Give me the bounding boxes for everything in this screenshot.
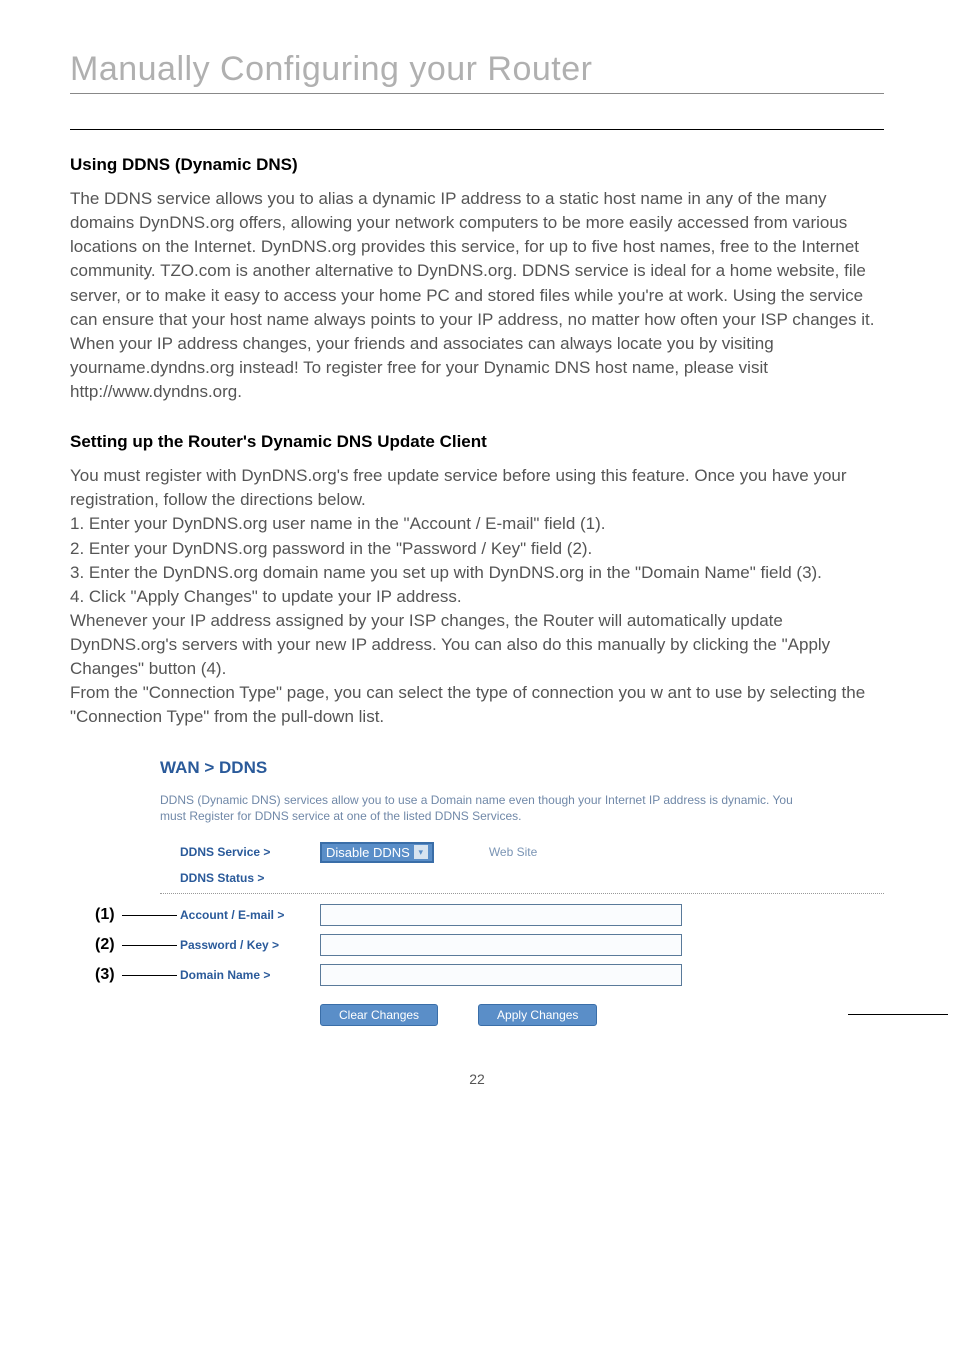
section1-heading: Using DDNS (Dynamic DNS)	[70, 155, 884, 175]
section2-body: You must register with DynDNS.org's free…	[70, 464, 884, 729]
ddns-panel: WAN > DDNS DDNS (Dynamic DNS) services a…	[160, 758, 884, 1026]
callout-2-line	[122, 945, 177, 946]
dotted-divider	[160, 893, 884, 894]
clear-changes-button[interactable]: Clear Changes	[320, 1004, 438, 1026]
ddns-panel-desc: DDNS (Dynamic DNS) services allow you to…	[160, 792, 800, 824]
button-row: Clear Changes Apply Changes (4)	[320, 1004, 884, 1026]
section1-body: The DDNS service allows you to alias a d…	[70, 187, 884, 404]
ddns-service-label: DDNS Service >	[160, 845, 320, 859]
page-number: 22	[70, 1071, 884, 1087]
title-underline	[70, 93, 884, 94]
domain-row: (3) Domain Name >	[160, 964, 884, 986]
domain-label: Domain Name >	[160, 968, 320, 982]
apply-changes-button[interactable]: Apply Changes	[478, 1004, 597, 1026]
account-label: Account / E-mail >	[160, 908, 320, 922]
divider	[70, 129, 884, 130]
account-row: (1) Account / E-mail >	[160, 904, 884, 926]
ddns-service-row: DDNS Service > Disable DDNS ▾ Web Site	[160, 842, 884, 863]
callout-3: (3)	[95, 966, 115, 984]
password-label: Password / Key >	[160, 938, 320, 952]
password-row: (2) Password / Key >	[160, 934, 884, 956]
callout-2: (2)	[95, 936, 115, 954]
callout-4-line	[848, 1014, 948, 1015]
password-input[interactable]	[320, 934, 682, 956]
chevron-down-icon: ▾	[414, 845, 428, 859]
callout-4-wrap: (4)	[848, 1006, 954, 1024]
ddns-service-select[interactable]: Disable DDNS ▾	[320, 842, 434, 863]
account-input[interactable]	[320, 904, 682, 926]
section2-heading: Setting up the Router's Dynamic DNS Upda…	[70, 432, 884, 452]
ddns-panel-title: WAN > DDNS	[160, 758, 884, 778]
callout-1: (1)	[95, 906, 115, 924]
ddns-status-label: DDNS Status >	[160, 871, 320, 885]
callout-3-line	[122, 975, 177, 976]
callout-1-line	[122, 915, 177, 916]
web-site-link[interactable]: Web Site	[489, 845, 537, 859]
ddns-status-row: DDNS Status >	[160, 871, 884, 885]
page-title: Manually Configuring your Router	[70, 50, 884, 89]
domain-input[interactable]	[320, 964, 682, 986]
ddns-service-value: Disable DDNS	[326, 845, 410, 860]
